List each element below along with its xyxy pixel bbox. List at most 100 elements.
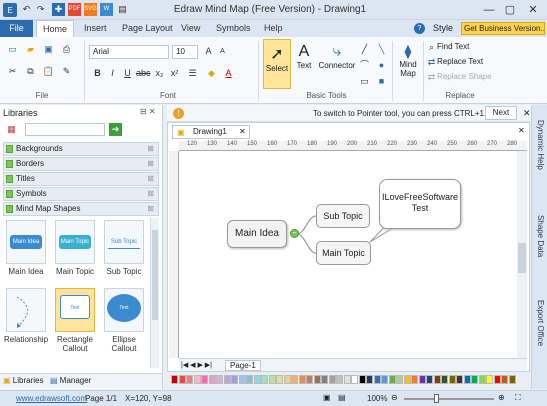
color-swatch[interactable] [171,375,178,384]
dynamic-help-tab[interactable]: Dynamic Help [533,120,545,170]
color-swatch[interactable] [261,375,268,384]
panel-pin-icon[interactable]: ⊟ ✕ [140,107,156,116]
connector-button[interactable]: ⤷ Connector [318,39,356,89]
close-tab-icon[interactable]: ✕ [239,126,246,138]
rectangle-icon[interactable]: ▭ [358,75,371,88]
close-document-icon[interactable]: ✕ [518,126,525,135]
close-icon[interactable]: ⊠ [147,158,154,170]
share-icon[interactable]: ▤ [116,3,129,16]
color-swatch[interactable] [343,375,351,384]
print-icon[interactable]: ⎙ [60,43,73,56]
shape-rectangle-callout[interactable]: Text [55,288,95,332]
color-swatch[interactable] [321,375,328,384]
drawing-canvas[interactable]: Main Idea − Sub Topic Main Topic ILoveFr… [180,152,517,358]
color-swatch[interactable] [283,375,291,384]
category-symbols[interactable]: Symbols ⊠ [3,187,159,201]
maximize-button[interactable]: ▢ [501,2,519,18]
sub-topic-node[interactable]: Sub Topic [316,204,370,228]
color-swatch[interactable] [411,375,418,384]
shape-main-topic[interactable]: Main Topic [55,220,95,264]
color-swatch[interactable] [306,375,313,384]
open-icon[interactable]: ▰ [24,43,37,56]
callout-node[interactable]: ILoveFreeSoftware Test [379,179,461,229]
zoom-slider[interactable] [404,398,494,400]
help-icon[interactable]: ? [414,23,425,34]
main-topic-node[interactable]: Main Topic [316,241,371,265]
copy-icon[interactable]: ⧉ [24,65,37,78]
font-size-select[interactable]: 10 [172,45,198,59]
close-icon[interactable]: ⊠ [147,188,154,200]
text-button[interactable]: A Text [293,39,315,89]
svg-icon[interactable]: SVG [84,3,97,16]
close-button[interactable]: ✕ [524,2,542,18]
color-swatch[interactable] [403,375,411,384]
color-swatch[interactable] [253,375,261,384]
replace-text-button[interactable]: Replace Text [437,57,483,66]
shrink-font-icon[interactable]: A [216,45,229,58]
get-business-button[interactable]: Get Business Version... [461,22,545,35]
color-swatch[interactable] [418,375,426,384]
libraries-tab[interactable]: ▣ Libraries [3,376,43,385]
undo-icon[interactable]: ↶ [20,3,33,16]
tab-view[interactable]: View [175,20,206,37]
font-name-select[interactable]: Arial [89,45,169,59]
library-go-icon[interactable]: ➜ [109,123,122,136]
replace-shape-button[interactable]: Replace Shape [437,72,492,81]
underline-icon[interactable]: U [121,67,134,80]
color-swatch[interactable] [433,375,441,384]
category-backgrounds[interactable]: Backgrounds ⊠ [3,142,159,156]
library-scrollbar[interactable] [150,218,159,368]
color-swatch[interactable] [373,375,381,384]
category-titles[interactable]: Titles ⊠ [3,172,159,186]
tab-insert[interactable]: Insert [78,20,113,37]
shape-sub-topic[interactable]: Sub Topic [104,220,144,264]
close-icon[interactable]: ⊠ [147,203,154,215]
full-screen-icon[interactable]: ⛶ [515,393,521,403]
shape-ellipse-callout[interactable]: Text [104,288,144,332]
new-doc-icon[interactable]: ▭ [6,43,19,56]
export-icon[interactable]: W [100,3,113,16]
tab-file[interactable]: File [0,20,33,37]
fit-page-icon[interactable]: ▣ [323,393,331,402]
color-swatch[interactable] [493,375,501,384]
export-office-tab[interactable]: Export Office [533,300,545,346]
color-swatch[interactable] [208,375,216,384]
website-link[interactable]: www.edrawsoft.com [16,394,87,403]
italic-icon[interactable]: I [106,67,119,80]
superscript-icon[interactable]: x² [168,67,181,80]
find-text-button[interactable]: Find Text [437,42,469,51]
scroll-thumb[interactable] [152,230,158,320]
scroll-thumb[interactable] [518,243,526,273]
color-swatch[interactable] [238,375,246,384]
main-idea-node[interactable]: Main Idea [227,220,287,248]
library-search-input[interactable] [25,123,105,136]
color-swatch[interactable] [396,375,403,384]
close-icon[interactable]: ⊠ [147,143,154,155]
color-swatch[interactable] [501,375,508,384]
font-color-icon[interactable]: A [222,67,235,80]
canvas-vertical-scrollbar[interactable] [517,151,527,358]
color-swatch[interactable] [426,375,433,384]
color-swatch[interactable] [448,375,456,384]
color-swatch[interactable] [508,375,516,384]
color-swatch[interactable] [336,375,343,384]
color-swatch[interactable] [381,375,388,384]
close-info-icon[interactable]: ✕ [523,108,531,119]
paste-icon[interactable]: 📋 [42,65,55,78]
tab-help[interactable]: Help [258,20,289,37]
fill-color-icon[interactable]: ◆ [205,67,218,80]
color-swatch[interactable] [486,375,493,384]
color-swatch[interactable] [178,375,186,384]
select-button[interactable]: ➚ Select [263,39,291,89]
line-icon[interactable]: ╱ [358,43,371,56]
minimize-button[interactable]: — [480,2,498,18]
color-swatch[interactable] [201,375,208,384]
color-swatch[interactable] [268,375,276,384]
tab-home[interactable]: Home [36,20,74,37]
color-swatch[interactable] [193,375,201,384]
category-borders[interactable]: Borders ⊠ [3,157,159,171]
subscript-icon[interactable]: x₂ [153,67,166,80]
color-swatch[interactable] [358,375,366,384]
grow-font-icon[interactable]: A [202,45,215,58]
color-swatch[interactable] [456,375,463,384]
